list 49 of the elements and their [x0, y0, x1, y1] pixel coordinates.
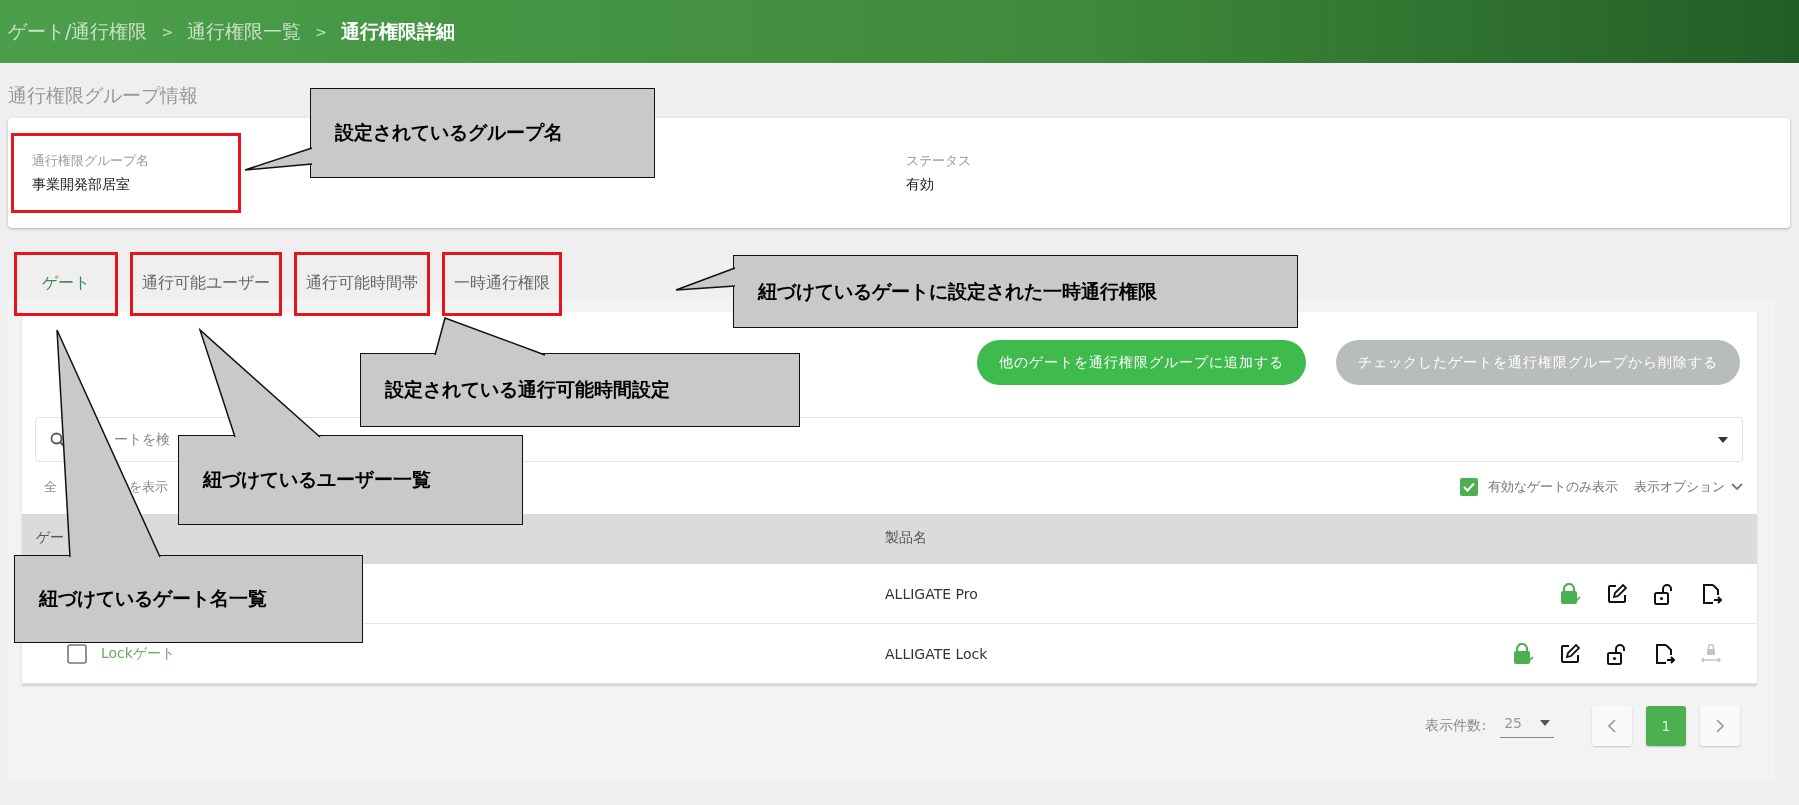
- per-page-label: 表示件数:: [1425, 717, 1487, 735]
- callout-pointer: [244, 147, 313, 171]
- chevron-down-icon: [1731, 483, 1743, 491]
- callout-box: 紐づけているゲート名一覧: [14, 555, 363, 643]
- lock-check-icon[interactable]: [1559, 582, 1581, 605]
- column-header: ゲー: [36, 529, 64, 547]
- edit-icon[interactable]: [1606, 582, 1628, 605]
- chevron-left-icon: [1608, 719, 1616, 733]
- edit-icon[interactable]: [1559, 642, 1581, 665]
- breadcrumb-item: 通行権限詳細: [340, 18, 455, 44]
- callout-pointer: [675, 267, 736, 291]
- tab[interactable]: 通行可能時間帯: [294, 252, 430, 316]
- page-button[interactable]: 1: [1646, 706, 1686, 746]
- field-value: 有効: [906, 176, 935, 194]
- unlock-icon[interactable]: [1606, 642, 1628, 665]
- unlock-icon[interactable]: [1653, 582, 1675, 605]
- section-title: 通行権限グループ情報: [8, 84, 198, 106]
- action-button[interactable]: 他のゲートを通行権限グループに追加する: [977, 340, 1306, 385]
- column-header: 製品名: [885, 529, 927, 547]
- display-options-button[interactable]: 表示オプション: [1634, 478, 1743, 496]
- field-value: 事業開発部居室: [32, 176, 131, 194]
- filter-label: 有効なゲートのみ表示: [1488, 478, 1618, 496]
- search-icon: [50, 431, 66, 448]
- field-label: ステータス: [906, 152, 972, 170]
- table-cell-text: ALLIGATE Pro: [885, 585, 979, 602]
- dropdown-caret-icon: [1718, 436, 1728, 443]
- chevron-right-icon: [1716, 719, 1724, 733]
- tab[interactable]: 一時通行権限: [442, 252, 562, 316]
- document-arrow-icon[interactable]: [1700, 582, 1722, 605]
- breadcrumb-separator: >: [161, 23, 174, 40]
- checkbox[interactable]: [1460, 478, 1478, 496]
- tab[interactable]: 通行可能ユーザー: [130, 252, 282, 316]
- checkbox[interactable]: [67, 643, 87, 664]
- callout-box: 紐づけているゲートに設定された一時通行権限: [733, 255, 1298, 328]
- lock-check-icon[interactable]: [1512, 642, 1534, 665]
- tab[interactable]: ゲート: [14, 252, 118, 316]
- field-label: 通行権限グループ名: [32, 152, 150, 170]
- gate-name-link[interactable]: Lockゲート: [101, 644, 175, 663]
- breadcrumb-item[interactable]: ゲート/通行権限: [8, 18, 148, 45]
- show-all-link[interactable]: 全: [44, 478, 57, 496]
- callout-box: 設定されているグループ名: [310, 88, 655, 178]
- breadcrumb-separator: >: [315, 23, 327, 40]
- per-page-select[interactable]: 25: [1500, 714, 1554, 738]
- document-arrow-icon[interactable]: [1653, 642, 1675, 665]
- show-all-link[interactable]: を表示: [129, 478, 168, 496]
- dropdown-caret-icon: [1540, 719, 1550, 726]
- breadcrumb-item[interactable]: 通行権限一覧: [187, 18, 302, 45]
- search-placeholder: ートを検: [114, 430, 171, 449]
- table-cell-text: ALLIGATE Lock: [885, 645, 989, 662]
